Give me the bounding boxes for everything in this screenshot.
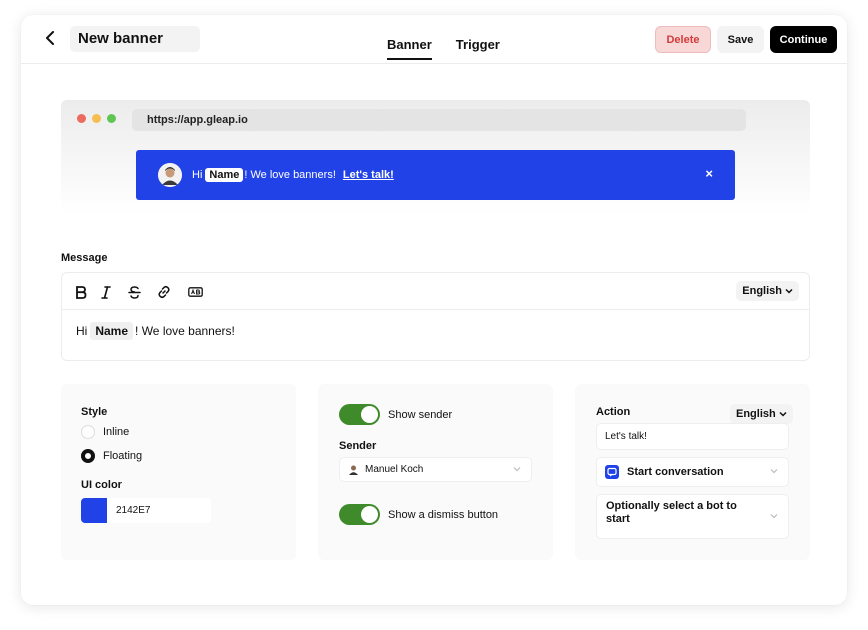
placeholder-icon [187, 287, 203, 297]
dismiss-button-row: Show a dismiss button [339, 504, 498, 525]
style-option-floating[interactable]: Floating [81, 449, 142, 463]
bot-select[interactable]: Optionally select a bot to start [596, 494, 789, 539]
banner-name-placeholder: Name [205, 168, 244, 182]
message-name-placeholder[interactable]: Name [90, 322, 134, 340]
banner-title-input[interactable]: New banner [70, 26, 200, 52]
show-sender-label: Show sender [388, 408, 453, 421]
chat-icon [605, 465, 619, 479]
sender-avatar-icon [349, 465, 358, 475]
chevron-down-icon [513, 466, 521, 471]
chevron-down-icon [770, 469, 778, 474]
message-content[interactable]: Hi Name! We love banners! [76, 322, 235, 340]
delete-button[interactable]: Delete [655, 26, 711, 53]
show-sender-toggle[interactable] [339, 404, 380, 425]
ui-color-label: UI color [81, 479, 122, 491]
strikethrough-button[interactable] [125, 283, 143, 301]
floating-label: Floating [103, 450, 143, 462]
sender-label: Sender [339, 440, 377, 452]
inline-radio[interactable] [81, 425, 95, 439]
link-button[interactable] [155, 283, 173, 301]
message-greeting: Hi [76, 324, 88, 338]
save-button[interactable]: Save [717, 26, 764, 53]
style-option-inline[interactable]: Inline [81, 425, 129, 439]
action-panel: Action English Let's talk! Start convers… [575, 384, 810, 560]
action-type-value: Start conversation [627, 466, 724, 478]
minimize-dot-icon [92, 114, 101, 123]
sender-select[interactable]: Manuel Koch [339, 457, 532, 482]
bold-button[interactable] [72, 283, 90, 301]
action-label: Action [596, 406, 631, 418]
action-type-select[interactable]: Start conversation [596, 457, 789, 487]
url-bar: https://app.gleap.io [132, 109, 746, 131]
chevron-left-icon [46, 31, 54, 45]
inline-label: Inline [103, 426, 130, 438]
floating-radio[interactable] [81, 449, 95, 463]
tab-banner[interactable]: Banner [387, 37, 432, 60]
chevron-down-icon [785, 288, 793, 294]
banner-close-icon[interactable]: × [705, 166, 713, 181]
tab-bar: Banner Trigger [387, 37, 500, 60]
dismiss-button-label: Show a dismiss button [388, 508, 499, 521]
chevron-down-icon [770, 513, 778, 518]
ui-color-field[interactable]: 2142E7 [81, 498, 211, 523]
dismiss-button-toggle[interactable] [339, 504, 380, 525]
tab-trigger[interactable]: Trigger [456, 37, 500, 60]
action-language-label: English [736, 408, 776, 420]
banner-text: ! We love banners! [244, 169, 336, 181]
banner-preview: https://app.gleap.io Hi Name ! We love b… [61, 100, 810, 220]
message-editor[interactable]: English Hi Name! We love banners! [61, 272, 810, 361]
header: New banner Banner Trigger Delete Save Co… [21, 15, 847, 64]
banner-editor-card: New banner Banner Trigger Delete Save Co… [21, 15, 847, 605]
close-dot-icon [77, 114, 86, 123]
strikethrough-icon [127, 285, 141, 299]
show-sender-row: Show sender [339, 404, 452, 425]
message-language-select[interactable]: English [736, 281, 799, 301]
bot-select-placeholder: Optionally select a bot to start [606, 500, 737, 525]
message-label: Message [61, 252, 108, 264]
avatar [158, 163, 182, 187]
italic-icon [101, 285, 111, 299]
sender-panel: Show sender Sender Manuel Koch Show a di… [318, 384, 553, 560]
continue-button[interactable]: Continue [770, 26, 837, 53]
ui-color-value: 2142E7 [116, 505, 151, 516]
style-panel: Style Inline Floating UI color 2142E7 [61, 384, 296, 560]
chevron-down-icon [779, 411, 787, 417]
link-icon [158, 285, 170, 299]
style-label: Style [81, 406, 108, 418]
avatar-icon [158, 163, 182, 187]
editor-toolbar: English [62, 273, 809, 310]
placeholder-button[interactable] [186, 283, 204, 301]
sender-value: Manuel Koch [365, 464, 424, 475]
bold-icon [76, 285, 87, 299]
banner-cta-link[interactable]: Let's talk! [343, 169, 394, 181]
back-button[interactable] [39, 27, 61, 49]
color-swatch[interactable] [81, 498, 107, 523]
message-language-label: English [742, 285, 782, 297]
message-text: ! We love banners! [135, 324, 235, 338]
maximize-dot-icon [107, 114, 116, 123]
window-controls [77, 114, 116, 123]
italic-button[interactable] [97, 283, 115, 301]
banner-greeting: Hi [192, 169, 203, 181]
preview-banner: Hi Name ! We love banners! Let's talk! × [136, 150, 735, 200]
action-text-input[interactable]: Let's talk! [596, 423, 789, 450]
action-language-select[interactable]: English [730, 404, 793, 424]
